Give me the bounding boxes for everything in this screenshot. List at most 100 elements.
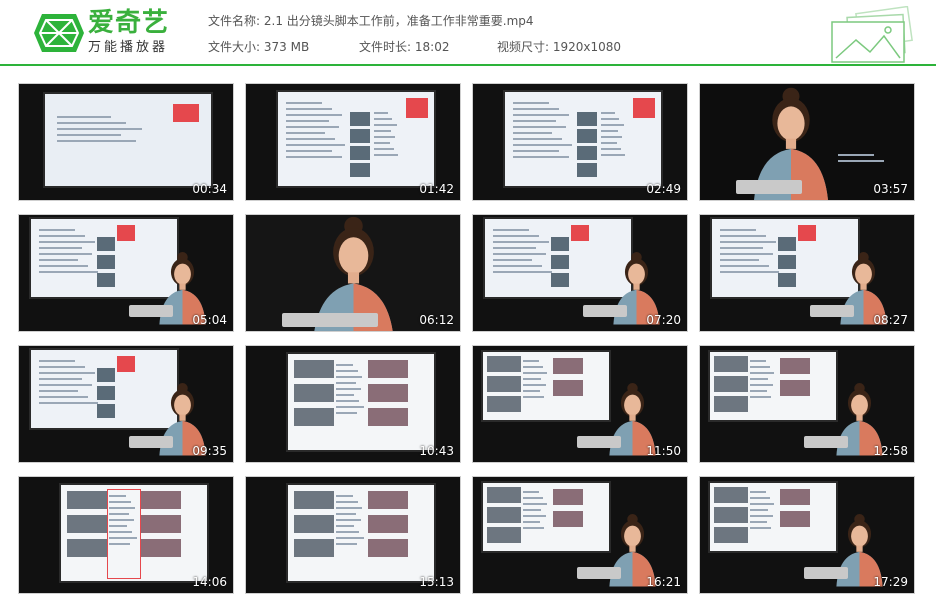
slide-red-box [571,225,589,241]
video-thumbnail[interactable]: 02:49 [472,83,688,201]
storyboard-frame [294,408,334,426]
video-thumbnail[interactable]: 07:20 [472,214,688,332]
video-thumbnail[interactable]: 15:13 [245,476,461,594]
slide-text-line [750,521,767,523]
thumbnail-timestamp: 16:21 [646,575,681,589]
thumbnail-timestamp: 01:42 [419,182,454,196]
slide-photo [97,273,115,287]
slide-text-line [720,271,780,273]
slide-text-line [336,501,358,503]
slide-photo [97,386,115,400]
slide-text-lines [750,491,776,533]
slide-text-line [39,384,92,386]
slide-text-line [39,390,78,392]
slide-text-line [750,497,771,499]
slide-text-line [57,128,142,130]
slide-text-line [336,519,361,521]
slide-photo [97,368,115,382]
slide-text-line [523,366,544,368]
video-thumbnail[interactable]: 14:06 [18,476,234,594]
slide-text-line [286,150,332,152]
storyboard-frame [368,408,408,426]
storyboard-frame [67,539,107,557]
slide-text-line [513,114,570,116]
slide-red-box [117,356,135,372]
slide-photo [350,146,370,160]
slide-text-line [286,120,329,122]
video-thumbnail[interactable]: 11:50 [472,345,688,463]
slide-text-line [513,156,569,158]
slide-text-line [39,265,89,267]
slide-text-lines [838,154,898,166]
slide-red-box [117,225,135,241]
duration-value: 18:02 [414,40,450,54]
storyboard-frame [294,515,334,533]
video-thumbnail[interactable]: 05:04 [18,214,234,332]
slide-text-line [601,118,620,120]
thumbnail-timestamp: 11:50 [646,444,681,458]
slide-text-line [374,136,396,138]
thumbnail-timestamp: 05:04 [192,313,227,327]
slide-photo [350,129,370,143]
brand: 爱奇艺 万能播放器 [88,8,169,57]
video-thumbnail[interactable]: 00:34 [18,83,234,201]
slide-text-lines [523,491,549,533]
video-thumbnail[interactable]: 17:29 [699,476,915,594]
slide-photo [577,163,597,177]
slide-text-line [750,384,773,386]
slide-text-line [493,271,553,273]
presentation-screen [59,483,209,583]
slide-text-lines [523,360,549,402]
thumbnail-timestamp: 00:34 [192,182,227,196]
slide-text-line [336,406,364,408]
slide-text-line [374,142,390,144]
slide-text-line [39,241,96,243]
slide-text-line [523,509,542,511]
video-thumbnail[interactable]: 09:35 [18,345,234,463]
video-thumbnail[interactable]: 03:57 [699,83,915,201]
slide-text-line [493,247,536,249]
presentation-screen [481,350,611,422]
slide-text-line [750,390,767,392]
slide-text-line [601,136,623,138]
slide-text-line [286,126,339,128]
slide-text-line [601,142,617,144]
slide-text-line [750,372,775,374]
file-size-label: 文件大小: [208,40,261,54]
slide-text-lines [336,364,364,418]
decorative-image-stack-icon [831,6,913,63]
duration-label: 文件时长: [359,40,412,54]
slide-text-lines [286,102,346,162]
slide-text-line [513,150,559,152]
thumbnail-timestamp: 14:06 [192,575,227,589]
slide-text-line [750,378,769,380]
storyboard-frame [553,511,583,527]
video-thumbnail[interactable]: 16:21 [472,476,688,594]
slide-text-line [39,247,82,249]
slide-text-line [336,364,353,366]
video-thumbnail[interactable]: 06:12 [245,214,461,332]
video-thumbnail[interactable]: 10:43 [245,345,461,463]
slide-text-line [523,515,546,517]
slide-text-lines [336,495,364,549]
slide-photo [778,237,796,251]
slide-photo [551,273,569,287]
slide-text-line [523,503,548,505]
slide-text-line [336,537,364,539]
presentation-screen [708,350,838,422]
slide-text-line [336,531,359,533]
storyboard-frame [553,380,583,396]
video-thumbnail[interactable]: 01:42 [245,83,461,201]
slide-text-line [336,394,355,396]
video-thumbnail[interactable]: 08:27 [699,214,915,332]
storyboard-frame [487,376,521,392]
file-name-row: 文件名称: 2.1 出分镜头脚本工作前，准备工作非常重要.mp4 [208,12,534,29]
video-thumbnail[interactable]: 12:58 [699,345,915,463]
storyboard-frame [487,527,521,543]
slide-text-line [336,382,356,384]
file-size-row: 文件大小: 373 MB [208,38,309,55]
storyboard-frame [368,360,408,378]
slide-photo [350,112,370,126]
slide-text-line [39,366,86,368]
thumbnail-grid: 00:34 01:42 02:49 03:57 05:04 06:12 07:20 08:27… [18,83,916,607]
